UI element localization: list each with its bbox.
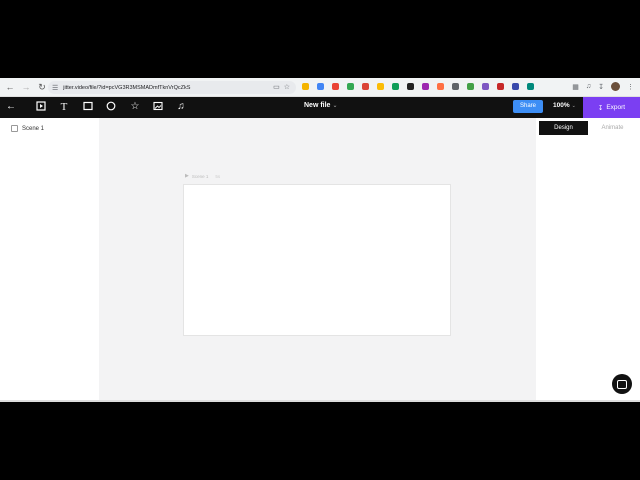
extension-icon[interactable] (302, 83, 309, 90)
extension-icon[interactable] (437, 83, 444, 90)
back-icon[interactable]: ← (4, 81, 16, 93)
extension-icon[interactable] (377, 83, 384, 90)
scene-item[interactable]: Scene 1 (11, 125, 44, 132)
back-arrow-icon[interactable]: ← (5, 101, 17, 113)
extension-icon[interactable] (512, 83, 519, 90)
export-label: Export (606, 104, 626, 111)
scene-label: Scene 1 (22, 125, 45, 132)
frame-duration: 5s (215, 173, 221, 179)
extension-icon[interactable] (452, 83, 459, 90)
chevron-down-icon: ⌄ (571, 103, 576, 109)
extension-icon[interactable] (317, 83, 324, 90)
scene-icon (11, 125, 18, 132)
extensions-icon[interactable]: ▦ (572, 83, 579, 91)
music-note-icon[interactable]: ♫ (175, 101, 187, 113)
extension-icon[interactable] (482, 83, 489, 90)
frame-name[interactable]: Scene 1 (192, 174, 209, 179)
bottom-divider (0, 400, 640, 402)
tab-design[interactable]: Design (539, 121, 588, 135)
media-icon[interactable]: ♫ (586, 83, 591, 90)
address-bar[interactable]: ☰ jitter.video/file/?id=pcVG3R3MSMADmfTk… (48, 81, 296, 94)
extension-icon[interactable] (422, 83, 429, 90)
properties-panel: Design Animate (536, 118, 640, 402)
chevron-down-icon: ⌄ (332, 103, 338, 109)
profile-avatar[interactable] (611, 82, 620, 91)
download-icon[interactable]: ↧ (598, 83, 604, 91)
scenes-panel: Scene 1 (0, 118, 99, 402)
extension-icon[interactable] (347, 83, 354, 90)
kebab-menu-icon[interactable]: ⋮ (627, 83, 634, 91)
extension-icon[interactable] (362, 83, 369, 90)
rectangle-tool-icon[interactable] (82, 101, 94, 113)
file-title[interactable]: New file ⌄ (304, 102, 337, 109)
share-button[interactable]: Share (513, 100, 543, 113)
cast-icon[interactable]: ▭ (273, 84, 280, 92)
zoom-level: 100% (553, 102, 570, 109)
extension-icon[interactable] (332, 83, 339, 90)
download-icon: ↧ (597, 104, 604, 112)
file-title-text: New file (304, 102, 331, 109)
image-tool-icon[interactable] (152, 101, 164, 113)
browser-bar: ← → ↻ ☰ jitter.video/file/?id=pcVG3R3MSM… (0, 78, 640, 97)
extension-icon[interactable] (497, 83, 504, 90)
ellipse-tool-icon[interactable] (105, 101, 117, 113)
forward-icon[interactable]: → (20, 81, 32, 93)
app-toolbar: ← T ☆ ♫ New file ⌄ Share 100% ⌄ ↧ Export (0, 97, 640, 118)
chat-button[interactable] (612, 374, 632, 394)
canvas-area[interactable]: ▶ Scene 1 5s (99, 118, 536, 402)
app-window: ← → ↻ ☰ jitter.video/file/?id=pcVG3R3MSM… (0, 78, 640, 402)
play-icon[interactable]: ▶ (185, 173, 189, 179)
frame-tool-icon[interactable] (35, 101, 47, 113)
extensions-row (302, 83, 534, 90)
text-tool-icon[interactable]: T (58, 101, 70, 113)
tab-animate[interactable]: Animate (588, 121, 637, 135)
extension-icon[interactable] (467, 83, 474, 90)
frame-header: ▶ Scene 1 5s (185, 173, 220, 179)
extension-icon[interactable] (392, 83, 399, 90)
site-info-icon[interactable]: ☰ (52, 84, 58, 92)
url-text[interactable]: jitter.video/file/?id=pcVG3R3MSMADmfTknV… (63, 85, 190, 91)
extension-icon[interactable] (527, 83, 534, 90)
bookmark-star-icon[interactable]: ☆ (284, 84, 290, 92)
extension-icon[interactable] (407, 83, 414, 90)
star-tool-icon[interactable]: ☆ (129, 101, 141, 113)
zoom-dropdown[interactable]: 100% ⌄ (553, 102, 576, 109)
artboard-frame[interactable] (183, 184, 451, 336)
chat-icon (617, 379, 627, 389)
reload-icon[interactable]: ↻ (36, 81, 48, 93)
export-button[interactable]: ↧ Export (583, 97, 640, 118)
